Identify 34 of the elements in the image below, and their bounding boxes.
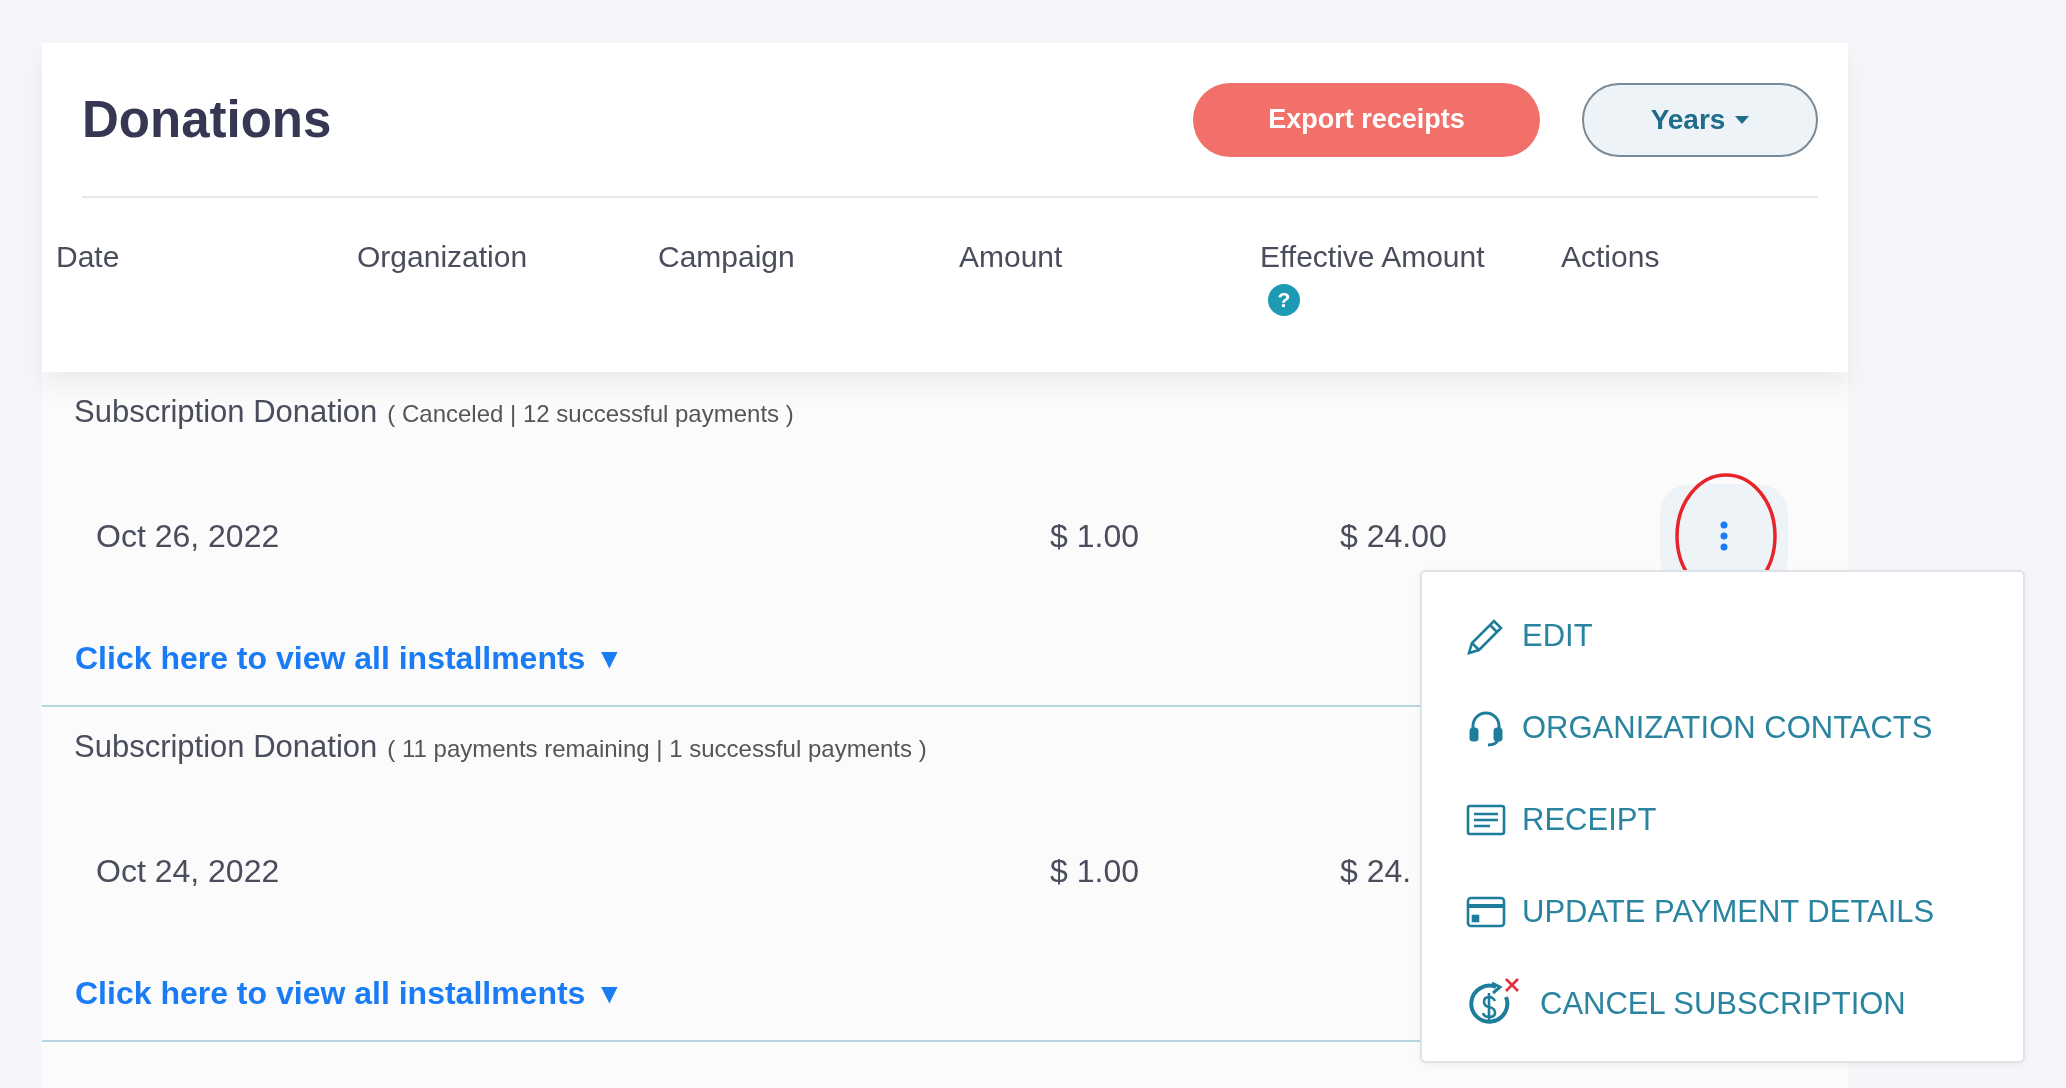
expand-arrow[interactable]: ▼	[595, 642, 624, 675]
effective-amount-cell-text: $ 24.00	[1340, 517, 1448, 555]
date-cell-text: Oct 24, 2022	[96, 852, 281, 890]
column-header: Amount	[959, 240, 1063, 274]
menu-item[interactable]: RECEIPT	[1522, 802, 1657, 838]
menu-item[interactable]: EDIT	[1522, 618, 1593, 654]
view-installments-link[interactable]: Click here to view all installments	[75, 975, 586, 1012]
document-icon	[1466, 804, 1506, 836]
column-header: Campaign	[658, 240, 795, 274]
caret-icon	[1735, 115, 1750, 124]
date-cell-text: Oct 26, 2022	[96, 517, 281, 555]
column-header: Effective Amount	[1260, 240, 1485, 274]
menu-item[interactable]: UPDATE PAYMENT DETAILS	[1522, 894, 1935, 930]
credit-card-icon	[1466, 896, 1506, 928]
export-receipts-button[interactable]: Export receipts	[1193, 82, 1540, 157]
donation-status: ( 11 payments remaining | 1 successful payments )	[387, 735, 927, 763]
effective-amount-cell-text: $ 24.	[1340, 852, 1413, 890]
donation-type: Subscription Donation	[74, 729, 378, 765]
amount-cell-text: $ 1.00	[1050, 852, 1140, 890]
donation-status: ( Canceled | 12 successful payments )	[387, 400, 794, 428]
page-title: Donations	[82, 90, 333, 149]
more-icon	[1720, 521, 1728, 551]
years-dropdown[interactable]: Years	[1582, 82, 1818, 157]
column-header: Date	[56, 240, 120, 274]
help-icon[interactable]: ?	[1268, 284, 1300, 316]
menu-item[interactable]: ORGANIZATION CONTACTS	[1522, 710, 1933, 746]
menu-item[interactable]: CANCEL SUBSCRIPTION	[1540, 986, 1906, 1022]
donation-type: Subscription Donation	[74, 394, 378, 430]
expand-arrow[interactable]: ▼	[595, 977, 624, 1010]
cancel-subscription-icon	[1469, 977, 1520, 1024]
amount-cell-text: $ 1.00	[1050, 517, 1140, 555]
column-header: Organization	[357, 240, 528, 274]
column-header: Actions	[1561, 240, 1660, 274]
view-installments-link[interactable]: Click here to view all installments	[75, 640, 586, 677]
